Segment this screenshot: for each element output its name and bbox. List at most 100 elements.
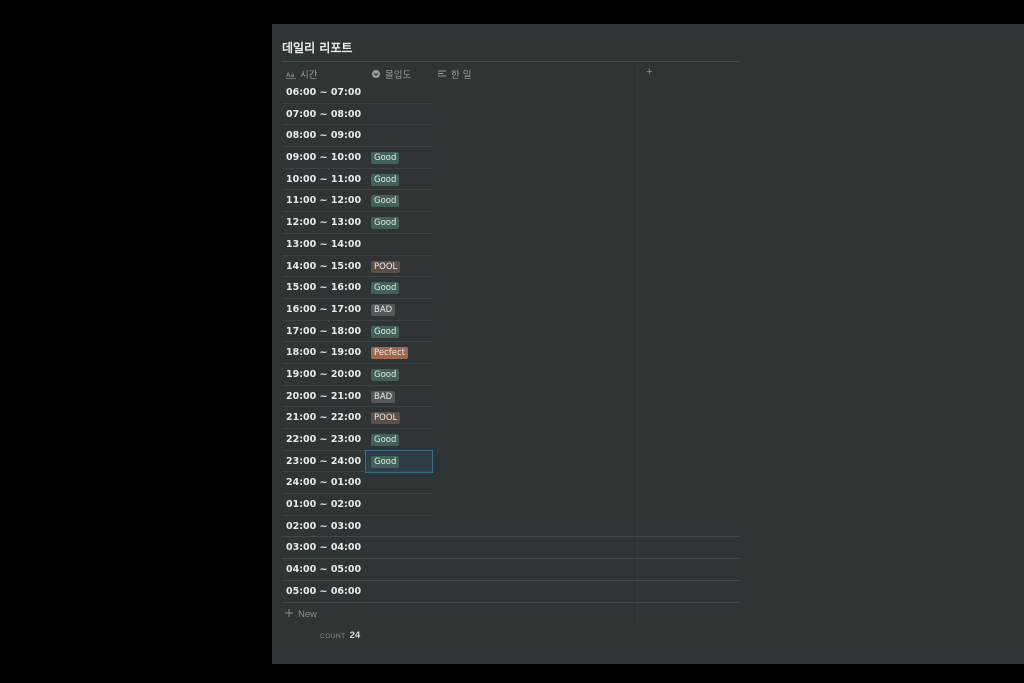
row-time-cell[interactable]: 12:00 ~ 13:00 [286,217,361,228]
row-focus-cell[interactable] [366,581,432,603]
row-time-cell[interactable]: 17:00 ~ 18:00 [286,326,361,337]
row-time-cell[interactable]: 20:00 ~ 21:00 [286,391,361,402]
title-divider [282,61,740,62]
row-focus-cell[interactable] [366,104,432,126]
focus-tag: Pecfect [371,347,408,360]
column-header-focus[interactable]: 몰입도 [371,67,411,81]
table-row[interactable]: 24:00 ~ 01:00 [282,472,740,495]
new-row-button[interactable]: New [284,608,317,621]
long-text-property-icon [437,69,447,79]
svg-text:Aa: Aa [286,71,294,79]
row-focus-cell[interactable]: Good [365,449,433,474]
row-time-cell[interactable]: 16:00 ~ 17:00 [286,304,361,315]
focus-tag: Good [371,173,400,186]
count-label: COUNT [320,633,346,640]
row-time-cell[interactable]: 04:00 ~ 05:00 [286,564,361,575]
table-row[interactable]: 02:00 ~ 03:00 [282,516,740,538]
row-time-cell[interactable]: 05:00 ~ 06:00 [286,586,361,597]
table-row[interactable]: 08:00 ~ 09:00 [282,125,740,148]
table-row[interactable]: 06:00 ~ 07:00 [282,82,740,104]
row-time-cell[interactable]: 15:00 ~ 16:00 [286,282,361,293]
table-row[interactable]: 19:00 ~ 20:00 Good [282,364,740,386]
row-focus-cell[interactable] [366,537,432,559]
table-row[interactable]: 20:00 ~ 21:00 BAD [282,386,740,408]
row-time-cell[interactable]: 11:00 ~ 12:00 [286,195,361,206]
row-time-cell[interactable]: 08:00 ~ 09:00 [286,130,361,141]
row-focus-cell[interactable]: POOL [366,256,432,278]
row-time-cell[interactable]: 13:00 ~ 14:00 [286,239,361,250]
row-time-cell[interactable]: 23:00 ~ 24:00 [286,456,361,467]
column-header-did-label: 한 일 [451,70,472,81]
table-row[interactable]: 22:00 ~ 23:00 Good [282,429,740,451]
row-focus-cell[interactable]: BAD [366,299,432,321]
row-time-cell[interactable]: 07:00 ~ 08:00 [286,109,361,120]
row-focus-cell[interactable]: Good [366,190,432,212]
text-property-icon: Aa [286,69,296,79]
database-view: 데일리 리포트 Aa 시간 몰입도 한 일 + 06:00 ~ 07:00 07:… [272,24,1024,664]
table-row[interactable]: 04:00 ~ 05:00 [282,559,740,581]
row-time-cell[interactable]: 09:00 ~ 10:00 [286,152,361,163]
table-row[interactable]: 23:00 ~ 24:00 Good [282,449,740,474]
row-count[interactable]: COUNT 24 [320,630,360,641]
add-column-button[interactable]: + [646,66,652,78]
row-focus-cell[interactable] [366,559,432,581]
table-row[interactable]: 16:00 ~ 17:00 BAD [282,299,740,321]
row-focus-cell[interactable]: Good [366,277,432,299]
focus-tag: POOL [371,412,401,425]
focus-tag: Good [371,217,400,230]
row-focus-cell[interactable] [366,234,432,256]
row-time-cell[interactable]: 14:00 ~ 15:00 [286,261,361,272]
row-focus-cell[interactable]: Good [366,147,432,169]
column-header-did[interactable]: 한 일 [437,67,472,81]
column-header-time-label: 시간 [300,70,318,81]
table-row[interactable]: 10:00 ~ 11:00 Good [282,169,740,191]
row-focus-cell[interactable]: Good [366,321,432,343]
row-focus-cell[interactable]: BAD [366,386,432,408]
column-header-time[interactable]: Aa 시간 [286,67,317,81]
focus-tag: Good [371,455,400,468]
focus-tag: Good [371,368,400,381]
row-time-cell[interactable]: 03:00 ~ 04:00 [286,542,361,553]
table-row[interactable]: 11:00 ~ 12:00 Good [282,190,740,213]
table-row[interactable]: 17:00 ~ 18:00 Good [282,321,740,343]
row-time-cell[interactable]: 01:00 ~ 02:00 [286,499,361,510]
table-row[interactable]: 01:00 ~ 02:00 [282,494,740,516]
table-row[interactable]: 03:00 ~ 04:00 [282,537,740,560]
row-focus-cell[interactable]: Good [366,169,432,191]
plus-icon [284,608,294,621]
row-focus-cell[interactable] [366,472,432,494]
row-time-cell[interactable]: 19:00 ~ 20:00 [286,369,361,380]
table-row[interactable]: 09:00 ~ 10:00 Good [282,147,740,169]
row-focus-cell[interactable] [366,125,432,147]
row-focus-cell[interactable] [366,494,432,516]
row-time-cell[interactable]: 10:00 ~ 11:00 [286,174,361,185]
row-focus-cell[interactable]: Pecfect [366,342,432,364]
table-row[interactable]: 15:00 ~ 16:00 Good [282,277,740,299]
row-time-cell[interactable]: 02:00 ~ 03:00 [286,521,361,532]
row-focus-cell[interactable] [366,516,432,538]
row-time-cell[interactable]: 18:00 ~ 19:00 [286,347,361,358]
row-focus-cell[interactable]: Good [366,429,432,451]
table-body: 06:00 ~ 07:00 07:00 ~ 08:00 08:00 ~ 09:00 0… [282,82,740,603]
table-row[interactable]: 21:00 ~ 22:00 POOL [282,407,740,429]
table-header: Aa 시간 몰입도 한 일 [282,64,740,82]
row-time-cell[interactable]: 24:00 ~ 01:00 [286,477,361,488]
table-row[interactable]: 14:00 ~ 15:00 POOL [282,256,740,278]
table-row[interactable]: 07:00 ~ 08:00 [282,104,740,126]
focus-tag: BAD [371,303,396,316]
column-header-focus-label: 몰입도 [385,70,412,81]
row-focus-cell[interactable] [366,82,432,104]
row-time-cell[interactable]: 06:00 ~ 07:00 [286,87,361,98]
row-time-cell[interactable]: 22:00 ~ 23:00 [286,434,361,445]
new-row-label: New [298,609,318,620]
table-row[interactable]: 13:00 ~ 14:00 [282,234,740,256]
row-focus-cell[interactable]: Good [366,364,432,386]
row-time-cell[interactable]: 21:00 ~ 22:00 [286,412,361,423]
table-row[interactable]: 12:00 ~ 13:00 Good [282,212,740,234]
table-row[interactable]: 05:00 ~ 06:00 [282,581,740,603]
database-title[interactable]: 데일리 리포트 [282,39,352,56]
table-row[interactable]: 18:00 ~ 19:00 Pecfect [282,342,740,364]
row-focus-cell[interactable]: POOL [366,407,432,429]
focus-tag: Good [371,434,400,446]
row-focus-cell[interactable]: Good [366,212,432,234]
